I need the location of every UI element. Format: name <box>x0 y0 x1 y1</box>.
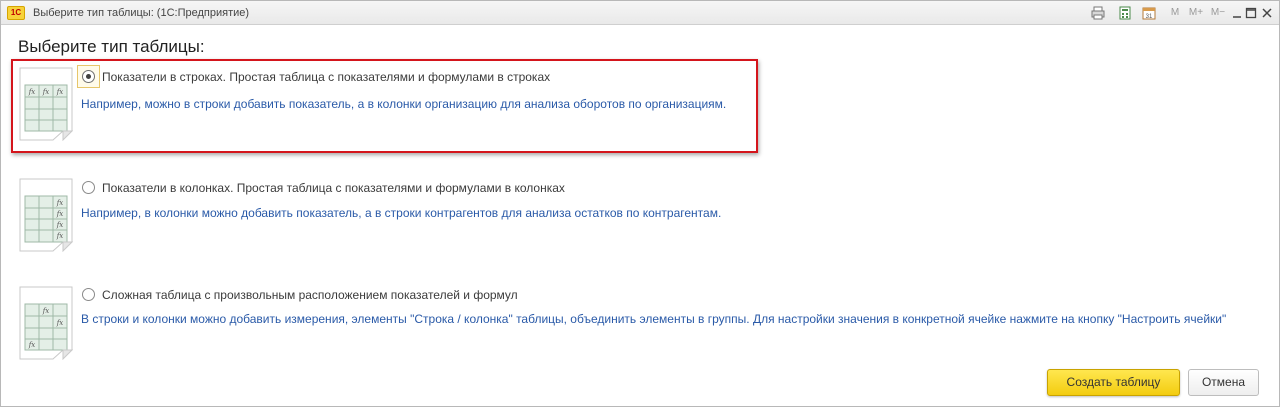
calendar-icon[interactable]: 31 <box>1142 6 1156 20</box>
radio-complex[interactable] <box>82 288 95 301</box>
minimize-icon[interactable] <box>1230 6 1244 20</box>
memory-m-button[interactable]: M <box>1168 5 1182 21</box>
print-icon[interactable] <box>1091 6 1105 20</box>
app-logo: 1С <box>7 6 25 20</box>
selection-highlight <box>11 59 758 153</box>
maximize-icon[interactable] <box>1244 6 1258 20</box>
option-complex[interactable]: fx fx fx Сложная таблица с произвольным … <box>15 284 1275 364</box>
window-title: Выберите тип таблицы: (1С:Предприятие) <box>33 7 250 19</box>
memory-plus-button[interactable]: M+ <box>1187 5 1205 21</box>
page-title: Выберите тип таблицы: <box>18 37 205 56</box>
svg-text:31: 31 <box>1146 14 1153 20</box>
close-icon[interactable] <box>1260 6 1274 20</box>
columns-table-icon: fx fx fx fx <box>19 178 73 252</box>
calculator-icon[interactable] <box>1118 6 1132 20</box>
fx-label: fx <box>56 210 64 218</box>
option-columns[interactable]: fx fx fx fx Показатели в колонках. Прост… <box>15 176 1275 256</box>
radio-columns[interactable] <box>82 181 95 194</box>
cancel-button[interactable]: Отмена <box>1188 369 1259 396</box>
fx-label: fx <box>42 307 50 315</box>
option-description: Например, в колонки можно добавить показ… <box>81 206 722 220</box>
fx-label: fx <box>56 232 64 240</box>
fx-label: fx <box>28 341 36 349</box>
create-table-button[interactable]: Создать таблицу <box>1047 369 1180 396</box>
fx-label: fx <box>56 221 64 229</box>
option-label[interactable]: Сложная таблица с произвольным расположе… <box>102 288 518 302</box>
dialog-window: 1С Выберите тип таблицы: (1С:Предприятие… <box>0 0 1280 407</box>
option-description: В строки и колонки можно добавить измере… <box>81 312 1227 326</box>
title-bar: 1С Выберите тип таблицы: (1С:Предприятие… <box>1 1 1279 25</box>
memory-minus-button[interactable]: M− <box>1209 5 1227 21</box>
option-label[interactable]: Показатели в колонках. Простая таблица с… <box>102 181 565 195</box>
fx-label: fx <box>56 319 64 327</box>
complex-table-icon: fx fx fx <box>19 286 73 360</box>
fx-label: fx <box>56 199 64 207</box>
